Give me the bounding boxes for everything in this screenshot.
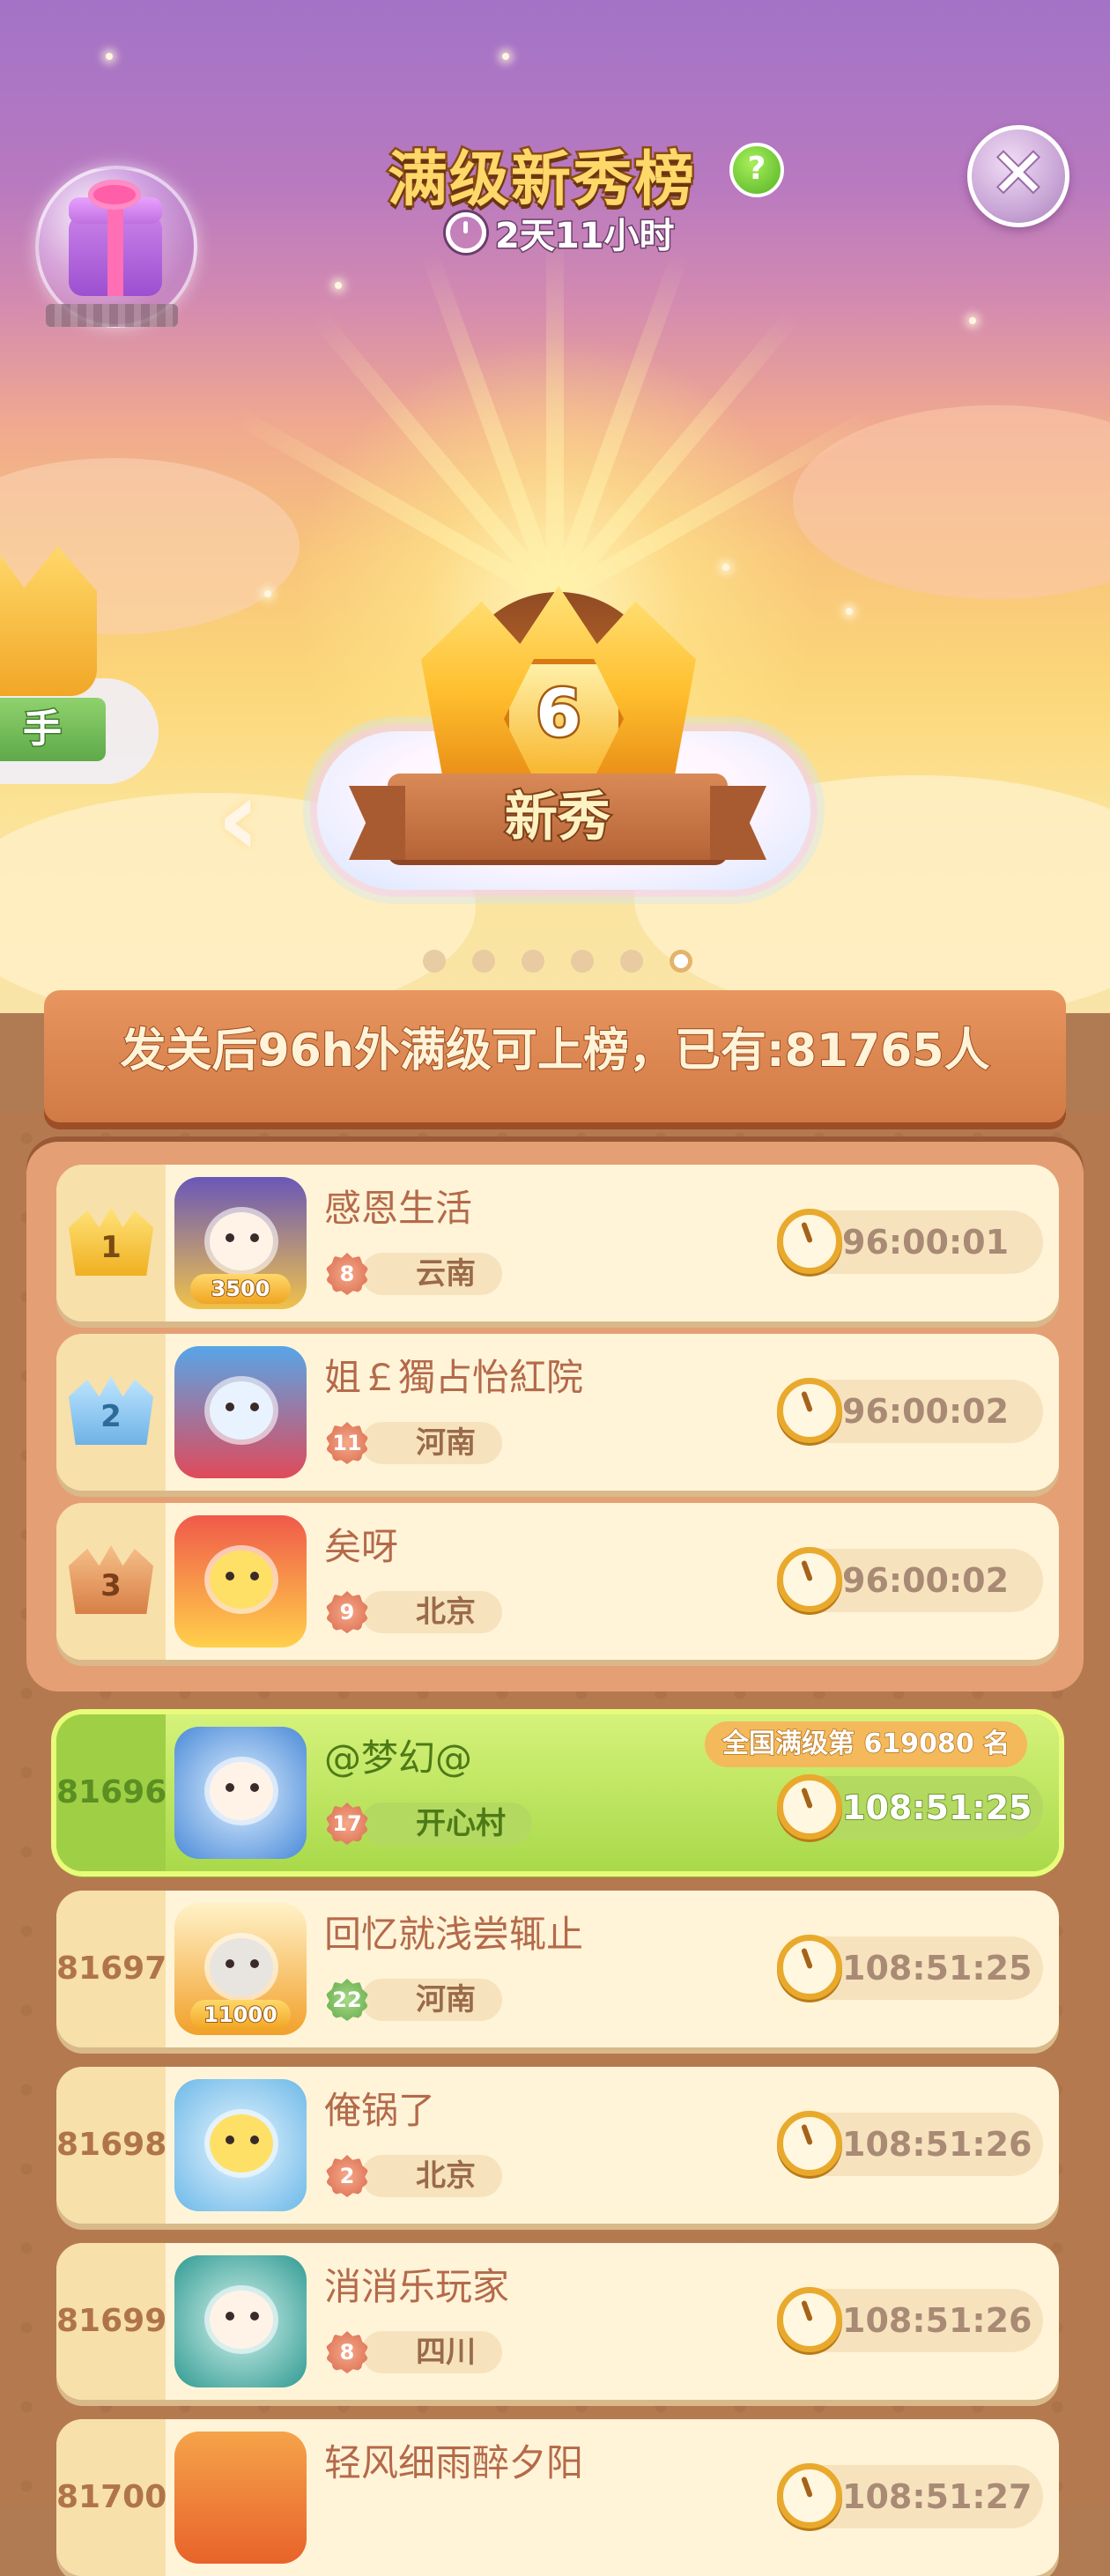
avatar[interactable] bbox=[174, 2432, 307, 2564]
player-region: 云南 bbox=[361, 1253, 502, 1295]
level-badge: 17 bbox=[326, 1802, 368, 1845]
player-region: 河南 bbox=[361, 1422, 502, 1464]
level-badge: 2 bbox=[326, 2155, 368, 2197]
countdown-timer: 2天11小时 bbox=[446, 210, 676, 258]
player-name: 轻风细雨醉夕阳 bbox=[324, 2441, 584, 2484]
player-region: 北京 bbox=[361, 1591, 502, 1633]
clear-time: 96:00:02 bbox=[842, 1392, 1010, 1431]
player-region: 北京 bbox=[361, 2155, 502, 2197]
rank-number: 81698 bbox=[56, 2127, 167, 2163]
clear-time: 108:51:26 bbox=[842, 2125, 1032, 2164]
player-region: 开心村 bbox=[361, 1802, 532, 1845]
help-button[interactable]: ? bbox=[729, 143, 784, 197]
rank-number: 81699 bbox=[56, 2303, 167, 2339]
page-indicator bbox=[423, 950, 692, 973]
avatar[interactable] bbox=[174, 2079, 307, 2211]
player-region: 河南 bbox=[361, 1979, 502, 2021]
rank-number: 81700 bbox=[56, 2479, 167, 2515]
clock-icon bbox=[777, 2463, 842, 2528]
page-dot[interactable] bbox=[620, 950, 643, 973]
leaderboard-row[interactable]: 81699 消消乐玩家 四川 8 108:51:26 bbox=[56, 2243, 1059, 2400]
avatar[interactable] bbox=[174, 1727, 307, 1859]
gift-bow-icon bbox=[88, 180, 141, 210]
player-name: 矣呀 bbox=[324, 1525, 399, 1568]
rank-number: 3 bbox=[100, 1568, 122, 1603]
avatar[interactable]: 11000 bbox=[174, 1903, 307, 2035]
level-badge: 22 bbox=[326, 1979, 368, 2021]
clear-time: 108:51:27 bbox=[842, 2477, 1032, 2516]
clear-time: 96:00:01 bbox=[842, 1223, 1010, 1262]
rank-number: 2 bbox=[100, 1399, 122, 1434]
player-name: 感恩生活 bbox=[324, 1187, 473, 1230]
page-dot-active[interactable] bbox=[670, 950, 692, 973]
clear-time: 96:00:02 bbox=[842, 1561, 1010, 1600]
avatar[interactable] bbox=[174, 2255, 307, 2387]
leaderboard-row-top1[interactable]: 1 3500 感恩生活 云南 8 96:00:01 bbox=[56, 1165, 1059, 1321]
tier-label: 新秀 bbox=[503, 785, 612, 850]
avatar[interactable]: 3500 bbox=[174, 1177, 307, 1309]
avatar-tag: 3500 bbox=[190, 1274, 291, 1304]
avatar[interactable] bbox=[174, 1515, 307, 1647]
clear-time: 108:51:25 bbox=[841, 1788, 1032, 1828]
leaderboard-row-top3[interactable]: 3 矣呀 北京 9 96:00:02 bbox=[56, 1503, 1059, 1660]
avatar-tag: 11000 bbox=[190, 2000, 291, 2030]
clear-time: 108:51:25 bbox=[842, 1949, 1032, 1988]
player-name: 回忆就浅尝辄止 bbox=[324, 1913, 584, 1956]
leaderboard-row[interactable]: 81698 俺锅了 北京 2 108:51:26 bbox=[56, 2067, 1059, 2224]
clock-icon bbox=[777, 2287, 842, 2352]
level-badge: 8 bbox=[326, 2331, 368, 2373]
clock-icon bbox=[777, 1547, 842, 1612]
countdown-text: 2天11小时 bbox=[494, 215, 676, 258]
player-name: 俺锅了 bbox=[324, 2089, 436, 2132]
clock-icon bbox=[777, 1774, 842, 1839]
clock-icon bbox=[777, 1378, 842, 1443]
gift-icon bbox=[69, 197, 162, 296]
clear-time: 108:51:26 bbox=[842, 2301, 1032, 2340]
my-rank-row[interactable]: 81696 @梦幻@ 开心村 17 全国满级第 619080 名 108:51:… bbox=[56, 1714, 1059, 1871]
clock-icon bbox=[777, 1209, 842, 1274]
page-dot[interactable] bbox=[522, 950, 544, 973]
prev-tier-label[interactable]: 手 bbox=[0, 698, 106, 761]
page-title: 满级新秀榜 bbox=[385, 144, 697, 218]
player-name: 姐￡獨占怡紅院 bbox=[324, 1356, 584, 1399]
player-name: @梦幻@ bbox=[324, 1736, 473, 1780]
page-dot[interactable] bbox=[423, 950, 446, 973]
clock-icon bbox=[446, 212, 486, 253]
info-banner-text: 发关后96h外满级可上榜，已有:81765人 bbox=[119, 1024, 990, 1078]
rank-number: 1 bbox=[100, 1230, 122, 1265]
rank-number: 81697 bbox=[56, 1951, 167, 1987]
rank-number: 81696 bbox=[56, 1774, 167, 1810]
avatar[interactable] bbox=[174, 1346, 307, 1478]
clock-icon bbox=[777, 2111, 842, 2176]
leaderboard-row[interactable]: 81697 11000 回忆就浅尝辄止 河南 22 108:51:25 bbox=[56, 1891, 1059, 2047]
gift-label-obscured bbox=[46, 304, 178, 327]
player-name: 消消乐玩家 bbox=[324, 2265, 510, 2308]
page-dot[interactable] bbox=[571, 950, 594, 973]
close-button[interactable]: ✕ bbox=[967, 125, 1069, 227]
national-rank-badge: 全国满级第 619080 名 bbox=[705, 1721, 1028, 1767]
page-dot[interactable] bbox=[472, 950, 495, 973]
leaderboard-row[interactable]: 81700 轻风细雨醉夕阳 108:51:27 bbox=[56, 2419, 1059, 2576]
level-badge: 9 bbox=[326, 1591, 368, 1633]
leaderboard-row-top2[interactable]: 2 姐￡獨占怡紅院 河南 11 96:00:02 bbox=[56, 1334, 1059, 1491]
tier-level-number: 6 bbox=[534, 674, 584, 754]
clock-icon bbox=[777, 1935, 842, 2000]
player-region: 四川 bbox=[361, 2331, 502, 2373]
level-badge: 11 bbox=[326, 1422, 368, 1464]
prev-tier-arrow[interactable]: ‹ bbox=[217, 766, 278, 872]
level-badge: 8 bbox=[326, 1253, 368, 1295]
